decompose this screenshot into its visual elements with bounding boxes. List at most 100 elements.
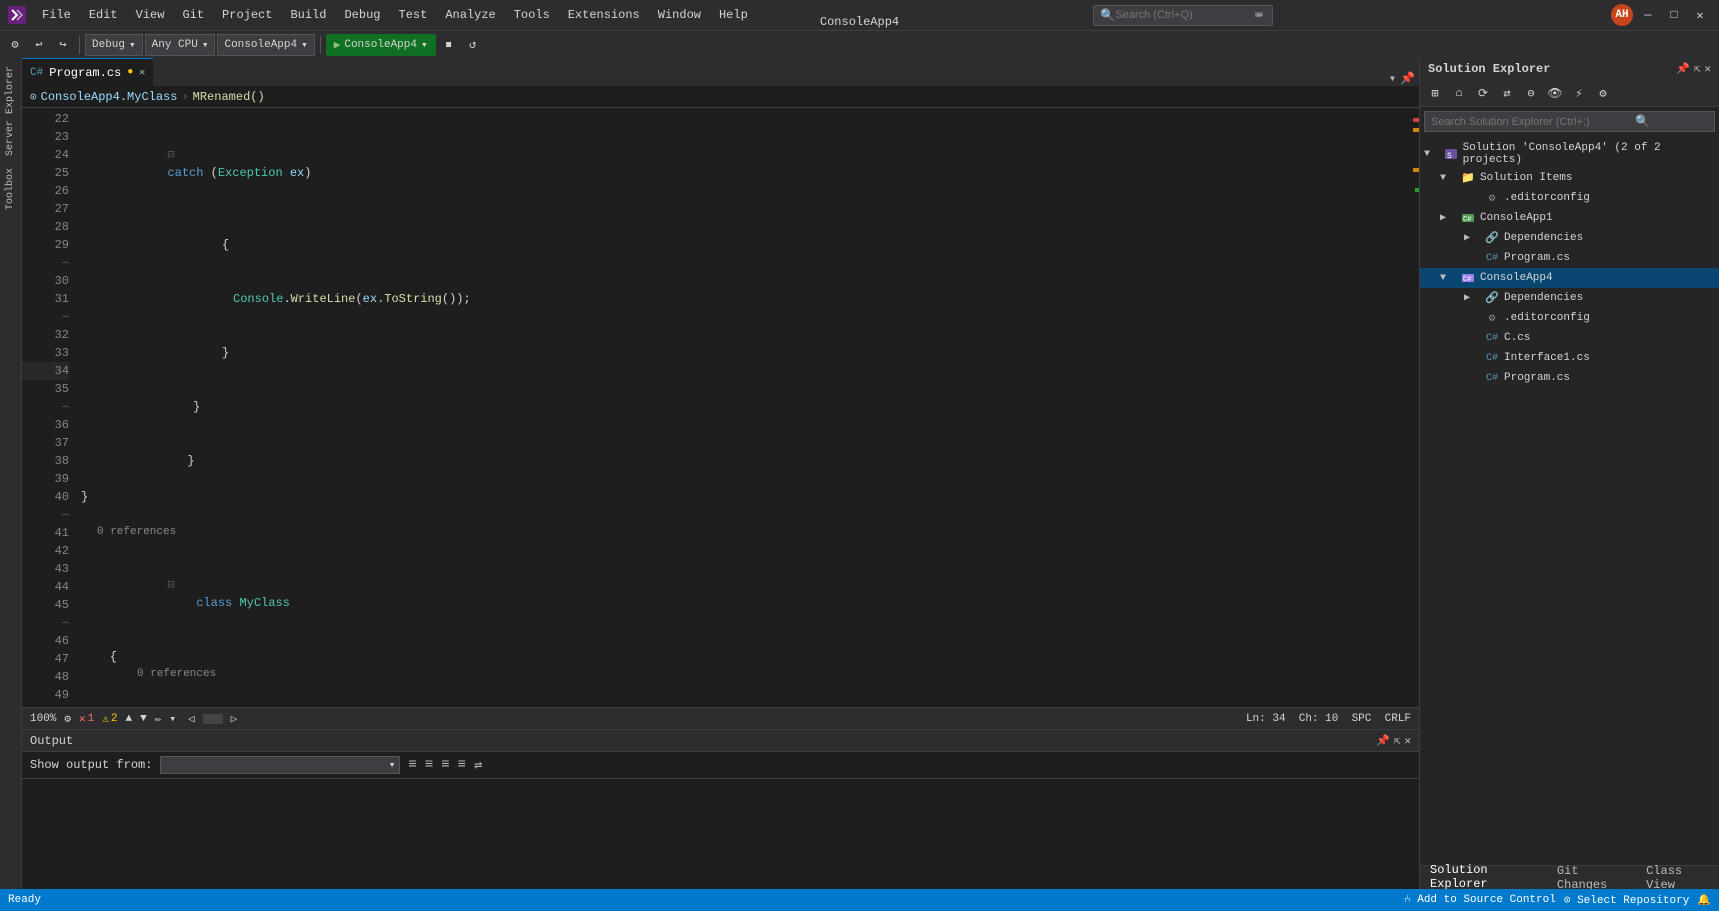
toolbar-redo-btn[interactable]: ↪ (52, 34, 74, 56)
se-sync-btn[interactable]: ⇄ (1496, 82, 1518, 104)
minimize-button[interactable]: — (1637, 4, 1659, 26)
expand-icon[interactable]: ▶ (1440, 212, 1456, 224)
se-tab-class-view[interactable]: Class View (1636, 860, 1719, 890)
nav-scroll-left[interactable]: ◁ (188, 712, 195, 726)
nav-icon: ⚙ (64, 712, 71, 726)
menu-project[interactable]: Project (214, 6, 280, 24)
tree-solution[interactable]: ▼ S Solution 'ConsoleApp4' (2 of 2 proje… (1420, 140, 1719, 168)
project-dropdown[interactable]: ConsoleApp4 ▾ (217, 34, 314, 56)
tree-deps-1[interactable]: ▶ 🔗 Dependencies (1420, 228, 1719, 248)
error-count-badge[interactable]: ✕ 1 (79, 712, 94, 726)
se-pin-btn[interactable]: 📌 (1676, 62, 1690, 76)
output-align-left[interactable]: ≡ (408, 757, 416, 773)
tree-editorconfig-1[interactable]: ⚙ .editorconfig (1420, 188, 1719, 208)
nav-scroll-right[interactable]: ▷ (231, 712, 238, 726)
breadcrumb-class[interactable]: ConsoleApp4.MyClass (41, 90, 178, 104)
toolbar-undo-btn[interactable]: ↩ (28, 34, 50, 56)
menu-edit[interactable]: Edit (81, 6, 126, 24)
menu-help[interactable]: Help (711, 6, 756, 24)
toolbar-settings-btn[interactable]: ⚙ (4, 34, 26, 56)
nav-filter-btn[interactable]: ▾ (169, 712, 176, 726)
tree-program-cs-4[interactable]: C# Program.cs (1420, 368, 1719, 388)
menu-build[interactable]: Build (282, 6, 334, 24)
se-refresh-btn[interactable]: ⟳ (1472, 82, 1494, 104)
se-collapse-btn[interactable]: ⊖ (1520, 82, 1542, 104)
menu-analyze[interactable]: Analyze (437, 6, 503, 24)
output-source-dropdown[interactable]: ▾ (160, 756, 400, 774)
se-filter-btn[interactable]: ⚡ (1568, 82, 1590, 104)
expand-icon[interactable]: ▼ (1424, 149, 1439, 160)
tree-editorconfig-4[interactable]: ⚙ .editorconfig (1420, 308, 1719, 328)
source-control-btn[interactable]: ⑃ Add to Source Control (1404, 894, 1556, 906)
close-button[interactable]: ✕ (1689, 4, 1711, 26)
se-tab-solution-explorer[interactable]: Solution Explorer (1420, 859, 1547, 890)
output-pin-btn[interactable]: 📌 (1376, 734, 1390, 748)
select-repository-btn[interactable]: ⊙ Select Repository (1564, 893, 1689, 907)
output-float-btn[interactable]: ⇱ (1394, 734, 1401, 748)
menu-window[interactable]: Window (650, 6, 709, 24)
se-tab-git-changes[interactable]: Git Changes (1547, 860, 1636, 890)
se-float-btn[interactable]: ⇱ (1694, 62, 1701, 76)
title-search-input[interactable] (1115, 9, 1255, 21)
tree-interface1-cs[interactable]: C# Interface1.cs (1420, 348, 1719, 368)
expand-icon[interactable]: ▶ (1464, 232, 1480, 244)
output-align-right[interactable]: ≡ (441, 757, 449, 773)
warning-count-badge[interactable]: ⚠ 2 (102, 712, 117, 726)
fold-icon[interactable]: ⊟ (167, 148, 174, 162)
tab-close-btn[interactable]: ✕ (139, 67, 145, 79)
fold-icon[interactable]: ⊟ (167, 578, 174, 592)
nav-down-btn[interactable]: ▼ (140, 713, 147, 725)
se-close-btn[interactable]: ✕ (1704, 62, 1711, 76)
expand-icon[interactable]: ▶ (1464, 292, 1480, 304)
output-align-center[interactable]: ≡ (425, 757, 433, 773)
code-content[interactable]: ⊟ catch (Exception ex) { Console.WriteLi… (77, 108, 1407, 707)
se-search-input[interactable] (1431, 116, 1631, 128)
editor-scrollbar[interactable] (1407, 108, 1419, 707)
se-search-box[interactable]: 🔍 (1424, 111, 1715, 132)
menu-tools[interactable]: Tools (506, 6, 558, 24)
run-button[interactable]: ▶ ConsoleApp4 ▾ (326, 34, 436, 56)
mini-scrollbar[interactable] (203, 714, 223, 724)
title-search-box[interactable]: 🔍 ⌨ (1093, 5, 1273, 26)
tree-deps-4[interactable]: ▶ 🔗 Dependencies (1420, 288, 1719, 308)
menu-git[interactable]: Git (174, 6, 212, 24)
output-title: Output (30, 734, 73, 748)
se-tree: ▼ S Solution 'ConsoleApp4' (2 of 2 proje… (1420, 136, 1719, 865)
tree-program-cs-1[interactable]: C# Program.cs (1420, 248, 1719, 268)
pin-btn[interactable]: 📌 (1400, 71, 1415, 86)
output-align-justify[interactable]: ≡ (458, 757, 466, 773)
breadcrumb-method[interactable]: MRenamed() (193, 90, 265, 104)
se-properties-btn[interactable]: ⊞ (1424, 82, 1446, 104)
se-view-btn[interactable]: 👁 (1544, 82, 1566, 104)
tab-list-btn[interactable]: ▾ (1389, 71, 1396, 86)
toolbar-restart-btn[interactable]: ↺ (462, 34, 484, 56)
expand-icon[interactable]: ▼ (1440, 173, 1456, 184)
platform-dropdown[interactable]: Any CPU ▾ (145, 34, 216, 56)
maximize-button[interactable]: □ (1663, 4, 1685, 26)
toolbox-tab[interactable]: Toolbox (3, 164, 18, 214)
tree-consoleapp1[interactable]: ▶ C# ConsoleApp1 (1420, 208, 1719, 228)
debug-mode-dropdown[interactable]: Debug ▾ (85, 34, 143, 56)
tree-c-cs[interactable]: C# C.cs (1420, 328, 1719, 348)
se-settings-btn[interactable]: ⚙ (1592, 82, 1614, 104)
server-explorer-tab[interactable]: Server Explorer (3, 62, 18, 160)
toolbar-stop-btn[interactable]: ⏹ (438, 34, 460, 56)
menu-test[interactable]: Test (391, 6, 436, 24)
nav-up-btn[interactable]: ▲ (126, 713, 133, 725)
menu-view[interactable]: View (128, 6, 173, 24)
menu-debug[interactable]: Debug (336, 6, 388, 24)
chevron-down-icon: ▾ (129, 38, 136, 52)
menu-file[interactable]: File (34, 6, 79, 24)
menu-extensions[interactable]: Extensions (560, 6, 648, 24)
user-avatar[interactable]: AH (1611, 4, 1633, 26)
warning-icon: ⚠ (102, 712, 109, 726)
editor-tab-program-cs[interactable]: C# Program.cs ● ✕ (22, 58, 153, 86)
output-close-btn[interactable]: ✕ (1404, 734, 1411, 748)
tree-consoleapp4[interactable]: ▼ C# ConsoleApp4 (1420, 268, 1719, 288)
deps-4-label: Dependencies (1504, 292, 1583, 304)
output-wrap-btn[interactable]: ⇌ (474, 757, 482, 774)
tree-solution-items[interactable]: ▼ 📁 Solution Items (1420, 168, 1719, 188)
notification-bell[interactable]: 🔔 (1697, 893, 1711, 907)
se-home-btn[interactable]: ⌂ (1448, 82, 1470, 104)
expand-icon[interactable]: ▼ (1440, 273, 1456, 284)
